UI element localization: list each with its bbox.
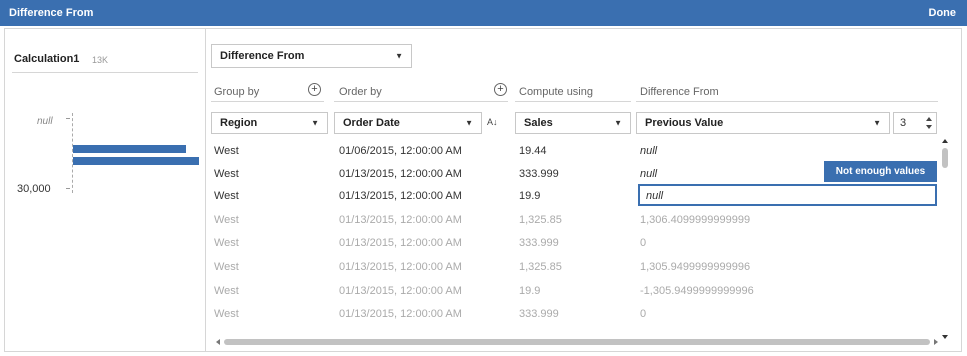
calc-header-divider	[12, 72, 198, 73]
order-by-dropdown[interactable]: Order Date ▼	[334, 112, 482, 134]
cell-difference: 1,305.9499999999996	[640, 261, 751, 273]
cell-difference: 0	[640, 237, 647, 249]
calc-type-value: Difference From	[220, 50, 305, 62]
header-underline	[334, 101, 508, 102]
group-by-value: Region	[220, 117, 258, 129]
cell-region: West	[214, 237, 239, 249]
chevron-down-icon: ▼	[614, 118, 622, 128]
cell-order-date: 01/13/2015, 12:00:00 AM	[339, 285, 462, 297]
header-underline	[515, 101, 631, 102]
cell-order-date: 01/13/2015, 12:00:00 AM	[339, 237, 462, 249]
cell-sales: 19.44	[519, 145, 547, 157]
compute-using-header: Compute using	[519, 86, 593, 98]
histogram-tick	[66, 188, 70, 189]
cell-order-date: 01/13/2015, 12:00:00 AM	[339, 261, 462, 273]
compute-using-dropdown[interactable]: Sales ▼	[515, 112, 631, 134]
group-by-header: Group by	[214, 86, 260, 98]
cell-order-date: 01/13/2015, 12:00:00 AM	[339, 190, 462, 202]
chevron-down-icon: ▼	[395, 51, 403, 61]
cell-region: West	[214, 214, 239, 226]
panel-divider	[205, 28, 206, 352]
calculation-name: Calculation1	[14, 53, 80, 65]
not-enough-values-tooltip: Not enough values	[824, 161, 937, 182]
group-by-dropdown[interactable]: Region ▼	[211, 112, 328, 134]
histogram-axis	[72, 113, 74, 193]
cell-region: West	[214, 145, 239, 157]
cell-sales: 333.999	[519, 308, 559, 320]
cell-order-date: 01/06/2015, 12:00:00 AM	[339, 145, 462, 157]
order-by-value: Order Date	[343, 117, 400, 129]
histogram-null-label: null	[37, 116, 53, 127]
cell-difference: null	[646, 190, 664, 202]
cell-sales: 19.9	[519, 285, 541, 297]
plus-circle-icon[interactable]: +	[494, 83, 507, 96]
cell-region: West	[214, 261, 239, 273]
table-row[interactable]: West 01/13/2015, 12:00:00 AM 1,325.85 1,…	[214, 214, 940, 237]
calculation-count: 13K	[92, 55, 109, 65]
difference-from-value: Previous Value	[645, 117, 724, 129]
stepper-arrows-icon[interactable]	[925, 116, 933, 130]
chevron-down-icon: ▼	[311, 118, 319, 128]
cell-difference: 0	[640, 308, 647, 320]
cell-sales: 19.9	[519, 190, 541, 202]
header-underline	[636, 101, 938, 102]
histogram-bar[interactable]	[73, 145, 186, 153]
step-stepper[interactable]: 3	[893, 112, 937, 134]
cell-difference: 1,306.4099999999999	[640, 214, 751, 226]
table-row[interactable]: West 01/13/2015, 12:00:00 AM 1,325.85 1,…	[214, 261, 940, 284]
cell-order-date: 01/13/2015, 12:00:00 AM	[339, 214, 462, 226]
table-row[interactable]: West 01/13/2015, 12:00:00 AM 19.9 -1,305…	[214, 285, 940, 308]
table-row[interactable]: West 01/13/2015, 12:00:00 AM 333.999 0	[214, 308, 940, 331]
table-row[interactable]: West 01/13/2015, 12:00:00 AM 333.999 0	[214, 237, 940, 260]
compute-using-value: Sales	[524, 117, 553, 129]
histogram-axis-label: 30,000	[17, 183, 51, 195]
plus-circle-icon[interactable]: +	[308, 83, 321, 96]
cell-region: West	[214, 285, 239, 297]
title-bar: Difference From Done	[0, 0, 967, 26]
chevron-down-icon: ▼	[465, 118, 473, 128]
order-by-header: Order by	[339, 86, 382, 98]
cell-region: West	[214, 308, 239, 320]
horizontal-scrollbar[interactable]	[214, 337, 940, 347]
step-value: 3	[900, 117, 907, 129]
header-underline	[211, 101, 324, 102]
chevron-down-icon: ▼	[873, 118, 881, 128]
sort-ascending-icon[interactable]: A↓	[487, 117, 498, 127]
cell-region: West	[214, 168, 239, 180]
cell-sales: 1,325.85	[519, 214, 562, 226]
cell-order-date: 01/13/2015, 12:00:00 AM	[339, 308, 462, 320]
cell-sales: 333.999	[519, 168, 559, 180]
difference-from-header: Difference From	[640, 86, 719, 98]
calc-type-dropdown[interactable]: Difference From ▼	[211, 44, 412, 68]
cell-sales: 1,325.85	[519, 261, 562, 273]
histogram-bar[interactable]	[73, 157, 199, 165]
difference-from-dropdown[interactable]: Previous Value ▼	[636, 112, 890, 134]
cell-region: West	[214, 190, 239, 202]
vertical-scrollbar[interactable]	[940, 137, 950, 341]
histogram-tick	[66, 118, 70, 119]
cell-difference: null	[640, 145, 658, 157]
table-row[interactable]: West 01/13/2015, 12:00:00 AM 19.9 null	[214, 190, 940, 213]
cell-difference: -1,305.9499999999996	[640, 285, 754, 297]
cell-order-date: 01/13/2015, 12:00:00 AM	[339, 168, 462, 180]
cell-difference: null	[640, 168, 658, 180]
window-title: Difference From	[9, 7, 94, 19]
cell-sales: 333.999	[519, 237, 559, 249]
done-button[interactable]: Done	[929, 7, 957, 19]
